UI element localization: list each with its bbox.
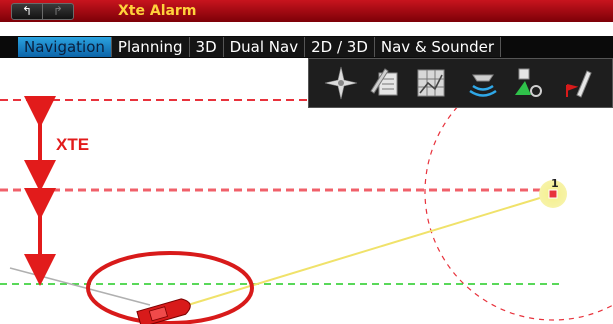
xte-label: XTE: [56, 135, 90, 154]
course-line: [177, 193, 554, 309]
boat-flag-icon[interactable]: [561, 65, 597, 101]
waypoint-marker[interactable]: [548, 189, 558, 199]
edit-notes-icon[interactable]: [367, 65, 403, 101]
wake-line: [9, 267, 151, 306]
chart-toolbar: [308, 58, 613, 108]
vessel-icon[interactable]: [136, 297, 192, 324]
sonar-boat-icon[interactable]: [465, 65, 501, 101]
waypoint-goto-icon[interactable]: [511, 65, 547, 101]
waypoint-label: 1: [551, 177, 559, 190]
chart-grid-icon[interactable]: [413, 65, 449, 101]
chart-view[interactable]: 1: [0, 0, 613, 324]
compass-rose-icon[interactable]: [323, 65, 359, 101]
